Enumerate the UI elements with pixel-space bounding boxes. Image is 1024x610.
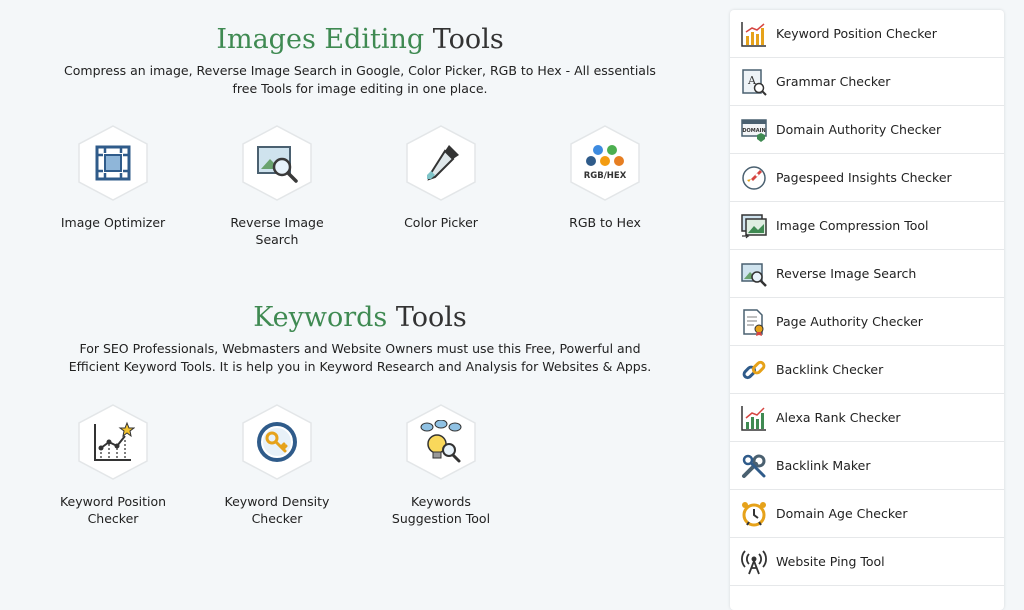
image-compression-icon [741, 213, 767, 238]
sidebar-item-alexa-rank-checker[interactable]: Alexa Rank Checker [730, 394, 1004, 442]
hex-badge [77, 403, 149, 481]
tool-rgb-to-hex[interactable]: RGB/HEX RGB to Hex [530, 124, 680, 231]
tool-image-optimizer[interactable]: Image Optimizer [38, 124, 188, 231]
sidebar-item-label: Alexa Rank Checker [776, 410, 901, 425]
sidebar-item-label: Website Ping Tool [776, 554, 885, 569]
tool-keyword-position-checker[interactable]: Keyword Position Checker [38, 403, 188, 527]
bar-chart-icon [741, 21, 766, 47]
sidebar-item-image-compression-tool[interactable]: Image Compression Tool [730, 202, 1004, 250]
hex-badge [241, 124, 313, 202]
hex-badge [405, 403, 477, 481]
keywords-section-title: Keywords Tools [0, 302, 720, 333]
images-title-rest: Tools [432, 24, 504, 55]
image-search-icon [741, 262, 767, 287]
sidebar-item-keyword-position-checker[interactable]: Keyword Position Checker [730, 10, 1004, 58]
keywords-title-accent: Keywords [253, 302, 388, 333]
image-optimizer-icon [95, 145, 131, 181]
hex-badge: RGB/HEX [569, 124, 641, 202]
sidebar-item-label: Reverse Image Search [776, 266, 917, 281]
sidebar-item-label: Domain Age Checker [776, 506, 908, 521]
tool-reverse-image-search[interactable]: Reverse Image Search [202, 124, 352, 248]
sidebar-item-domain-age-checker[interactable]: Domain Age Checker [730, 490, 1004, 538]
tool-label: Keywords Suggestion Tool [391, 494, 491, 526]
svg-text:DOMAIN: DOMAIN [742, 128, 765, 134]
keywords-suggestion-icon [420, 420, 462, 463]
images-section-title: Images Editing Tools [0, 24, 720, 55]
tool-label: RGB to Hex [569, 215, 641, 230]
tool-label: Image Optimizer [60, 215, 166, 230]
sidebar-item-label: Domain Authority Checker [776, 122, 942, 137]
sidebar-item-website-ping-tool[interactable]: Website Ping Tool [730, 538, 1004, 586]
color-picker-icon [427, 145, 459, 181]
sidebar-item-label: Page Authority Checker [776, 314, 923, 329]
sidebar-item-label: Backlink Maker [776, 458, 871, 473]
images-title-accent: Images Editing [216, 24, 425, 55]
keywords-title-rest: Tools [395, 302, 467, 333]
rocket-icon [742, 165, 766, 190]
keyword-density-icon [257, 422, 297, 462]
sidebar-item-backlink-checker[interactable]: Backlink Checker [730, 346, 1004, 394]
sidebar-item-pagespeed-insights-checker[interactable]: Pagespeed Insights Checker [730, 154, 1004, 202]
sidebar-tool-list: Keyword Position Checker A Grammar Check… [730, 10, 1004, 610]
tool-label: Keyword Density Checker [224, 494, 330, 526]
sidebar-item-label: Pagespeed Insights Checker [776, 170, 952, 185]
hex-badge [241, 403, 313, 481]
hex-badge [405, 124, 477, 202]
tool-label: Keyword Position Checker [59, 494, 167, 526]
sidebar-item-label: Grammar Checker [776, 74, 891, 89]
tool-keyword-density-checker[interactable]: Keyword Density Checker [202, 403, 352, 527]
tool-label: Color Picker [404, 215, 478, 230]
rgb-hex-icon: RGB/HEX [584, 145, 627, 181]
grammar-document-icon: A [742, 68, 767, 96]
tool-label: Reverse Image Search [230, 215, 324, 247]
sidebar-item-page-authority-checker[interactable]: Page Authority Checker [730, 298, 1004, 346]
main-content: Images Editing Tools Compress an image, … [0, 0, 720, 597]
sidebar-item-reverse-image-search[interactable]: Reverse Image Search [730, 250, 1004, 298]
sidebar-item-grammar-checker[interactable]: A Grammar Checker [730, 58, 1004, 106]
tool-color-picker[interactable]: Color Picker [366, 124, 516, 231]
sidebar-item-domain-authority-checker[interactable]: DOMAIN Domain Authority Checker [730, 106, 1004, 154]
ping-antenna-icon [741, 549, 767, 574]
wrench-icon [742, 454, 766, 478]
sidebar-item-label: Image Compression Tool [776, 218, 929, 233]
domain-authority-icon: DOMAIN [741, 118, 767, 142]
hex-badge [77, 124, 149, 202]
sidebar-item-label: Keyword Position Checker [776, 26, 937, 41]
images-section-description: Compress an image, Reverse Image Search … [64, 63, 656, 96]
page-authority-icon [743, 308, 764, 336]
keywords-section-description: For SEO Professionals, Webmasters and We… [68, 341, 652, 374]
sidebar-item-label: Backlink Checker [776, 362, 884, 377]
keyword-position-icon [94, 421, 135, 461]
reverse-image-search-icon [257, 146, 298, 183]
tool-keywords-suggestion-tool[interactable]: Keywords Suggestion Tool [366, 403, 516, 527]
alarm-clock-icon [742, 501, 766, 526]
rank-chart-icon [741, 405, 766, 431]
sidebar-item-backlink-maker[interactable]: Backlink Maker [730, 442, 1004, 490]
chain-link-icon [742, 360, 766, 379]
svg-text:RGB/HEX: RGB/HEX [584, 171, 627, 181]
